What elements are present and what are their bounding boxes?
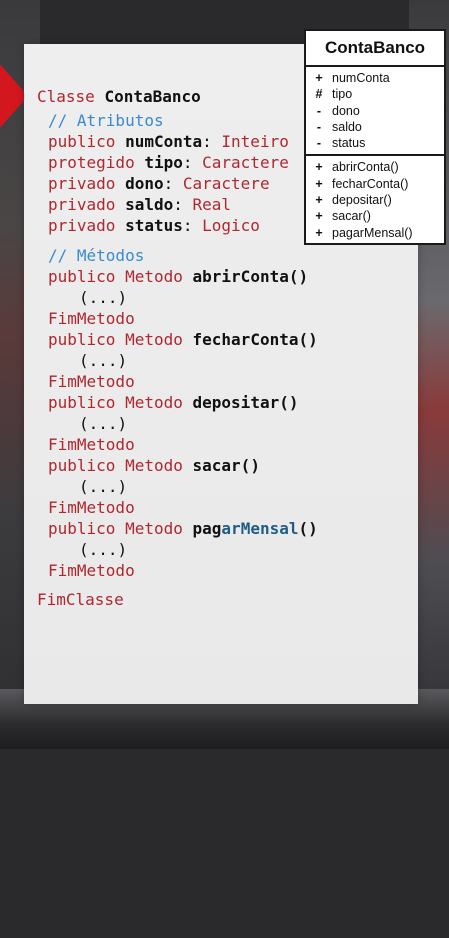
attr-type: Caractere — [202, 153, 289, 172]
uml-attribute: - saldo — [306, 119, 444, 135]
attribute-line: publico numConta: Inteiro — [48, 132, 289, 151]
uml-visibility: + — [315, 160, 323, 175]
comment-methods: // Métodos — [48, 246, 145, 265]
method-line: publico Metodo fecharConta() — [48, 330, 318, 351]
method-body: (...) — [79, 477, 128, 496]
uml-attribute-name: dono — [332, 103, 360, 118]
uml-visibility: + — [315, 193, 323, 208]
method-name: pag — [192, 519, 222, 538]
end-method: FimMetodo — [48, 435, 135, 454]
class-header: Classe ContaBanco — [37, 87, 201, 108]
method-body: (...) — [79, 288, 128, 307]
uml-method-name: fecharConta() — [332, 176, 409, 191]
class-name: ContaBanco — [104, 87, 201, 106]
method-visibility: publico — [48, 267, 116, 286]
method-line: publico Metodo pagarMensal() — [48, 519, 318, 540]
method-line: publico Metodo depositar() — [48, 393, 298, 414]
method-visibility: publico — [48, 456, 116, 475]
uml-visibility: + — [315, 225, 323, 240]
uml-attribute: # tipo — [306, 86, 444, 102]
uml-class-title: ContaBanco — [306, 31, 444, 67]
class-keyword: Classe — [37, 87, 95, 106]
end-method: FimMetodo — [48, 309, 135, 328]
uml-method-name: pagarMensal() — [332, 225, 413, 240]
method-name: fecharConta() — [192, 330, 318, 349]
uml-methods-section: + abrirConta() + fecharConta() + depositar(… — [306, 156, 444, 243]
attribute-line: protegido tipo: Caractere — [48, 153, 289, 172]
method-keyword: Metodo — [125, 267, 183, 286]
attr-visibility: privado — [48, 216, 116, 235]
end-method: FimMetodo — [48, 561, 135, 580]
method-keyword: Metodo — [125, 519, 183, 538]
uml-visibility: + — [315, 176, 323, 191]
uml-attribute-name: numConta — [332, 71, 390, 85]
uml-attribute: - status — [306, 135, 444, 151]
attr-visibility: publico — [48, 132, 116, 151]
uml-method-name: sacar() — [332, 209, 371, 224]
attr-name: saldo — [125, 195, 174, 214]
uml-method: + depositar() — [306, 192, 444, 208]
attr-visibility: privado — [48, 195, 116, 214]
attr-visibility: protegido — [48, 153, 135, 172]
uml-method: + pagarMensal() — [306, 225, 444, 241]
method-visibility: publico — [48, 519, 116, 538]
attr-name: dono — [125, 174, 164, 193]
method-name-parens: () — [298, 519, 318, 538]
attr-type: Caractere — [182, 174, 270, 193]
method-keyword: Metodo — [125, 330, 183, 349]
attribute-line: privado saldo: Real — [48, 195, 232, 214]
attr-name: tipo — [144, 153, 183, 172]
uml-visibility: # — [315, 87, 323, 102]
method-name: abrirConta() — [192, 267, 309, 286]
attr-type: Real — [192, 195, 232, 214]
uml-method: + abrirConta() — [306, 159, 444, 175]
attr-name: status — [125, 216, 183, 235]
pseudocode-block: Classe ContaBanco // Atributos publico n… — [24, 44, 318, 938]
uml-attribute-name: status — [332, 136, 366, 151]
attr-type: Inteiro — [221, 132, 289, 151]
method-name-highlight: arMensal — [221, 519, 299, 538]
uml-visibility: + — [315, 209, 323, 224]
uml-attribute: - dono — [306, 103, 444, 119]
uml-visibility: - — [316, 136, 322, 151]
method-body: (...) — [79, 351, 128, 370]
method-name: sacar() — [192, 456, 260, 475]
method-name: depositar() — [192, 393, 299, 412]
method-visibility: publico — [48, 330, 116, 349]
attribute-line: privado status: Logico — [48, 216, 260, 235]
uml-visibility: - — [316, 119, 322, 134]
uml-method: + sacar() — [306, 208, 444, 224]
uml-class-box: ContaBanco + numConta # tipo - dono - saldo … — [304, 29, 446, 245]
method-keyword: Metodo — [125, 393, 183, 412]
uml-attributes-section: + numConta # tipo - dono - saldo - status — [306, 67, 444, 157]
attr-visibility: privado — [48, 174, 116, 193]
uml-visibility: + — [315, 71, 323, 85]
attr-type: Logico — [202, 216, 260, 235]
end-method: FimMetodo — [48, 372, 135, 391]
method-line: publico Metodo abrirConta() — [48, 267, 308, 288]
method-visibility: publico — [48, 393, 116, 412]
uml-method-name: depositar() — [332, 193, 392, 208]
method-body: (...) — [79, 540, 128, 559]
end-class: FimClasse — [37, 590, 124, 609]
uml-method-name: abrirConta() — [332, 160, 399, 175]
comment-attributes: // Atributos — [48, 111, 164, 130]
attr-name: numConta — [125, 132, 203, 151]
method-keyword: Metodo — [125, 456, 183, 475]
uml-attribute: + numConta — [306, 70, 444, 86]
uml-method: + fecharConta() — [306, 176, 444, 192]
method-line: publico Metodo sacar() — [48, 456, 260, 477]
end-method: FimMetodo — [48, 498, 135, 517]
uml-visibility: - — [316, 103, 322, 118]
uml-attribute-name: saldo — [332, 119, 362, 134]
attribute-line: privado dono: Caractere — [48, 174, 270, 193]
uml-attribute-name: tipo — [332, 87, 353, 102]
method-body: (...) — [79, 414, 128, 433]
